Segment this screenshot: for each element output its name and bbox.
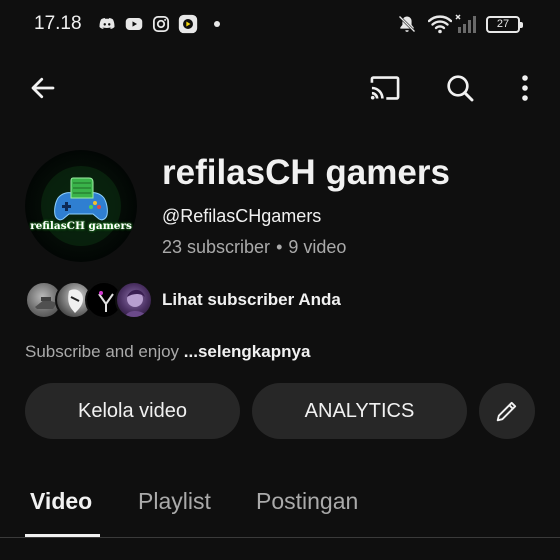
description-more-link[interactable]: ...selengkapnya bbox=[184, 342, 311, 361]
status-bar: 17.18 27 bbox=[0, 0, 560, 50]
tab-postingan[interactable]: Postingan bbox=[256, 488, 358, 515]
wifi-icon bbox=[428, 15, 452, 34]
gamepad-fist-logo-icon bbox=[41, 166, 121, 246]
channel-description[interactable]: Subscribe and enjoy ...selengkapnya bbox=[25, 342, 310, 362]
back-arrow-icon[interactable] bbox=[23, 68, 63, 108]
cast-icon[interactable] bbox=[365, 68, 405, 108]
capcut-icon bbox=[178, 14, 198, 34]
avatar-logo-text: refilasCH gamers bbox=[30, 220, 132, 232]
manage-videos-label: Kelola video bbox=[78, 399, 187, 422]
subscriber-avatar bbox=[115, 281, 153, 319]
subscriber-count: 23 subscriber bbox=[162, 237, 271, 257]
more-vert-icon[interactable] bbox=[505, 68, 545, 108]
instagram-icon bbox=[152, 15, 170, 33]
channel-avatar[interactable]: refilasCH gamers bbox=[25, 150, 137, 262]
manage-videos-button[interactable]: Kelola video bbox=[25, 383, 240, 439]
tabs-divider bbox=[0, 537, 560, 538]
signal-icon bbox=[455, 14, 476, 33]
description-text: Subscribe and enjoy bbox=[25, 342, 184, 361]
channel-name: refilasCH gamers bbox=[162, 153, 450, 192]
channel-handle: @RefilasCHgamers bbox=[162, 206, 322, 226]
status-time: 17.18 bbox=[34, 13, 82, 34]
edit-channel-button[interactable] bbox=[479, 383, 535, 439]
video-count: 9 video bbox=[288, 237, 347, 257]
tab-playlist[interactable]: Playlist bbox=[138, 488, 211, 515]
pencil-icon bbox=[496, 401, 517, 422]
channel-stats: 23 subscriber • 9 video bbox=[162, 237, 346, 258]
subscriber-avatars[interactable] bbox=[25, 281, 155, 319]
search-icon[interactable] bbox=[440, 68, 480, 108]
see-subscribers-link[interactable]: Lihat subscriber Anda bbox=[162, 290, 341, 310]
analytics-button[interactable]: ANALYTICS bbox=[252, 383, 467, 439]
stats-separator: • bbox=[276, 237, 283, 257]
tab-video[interactable]: Video bbox=[30, 488, 92, 515]
notification-dot-icon bbox=[214, 21, 220, 27]
mute-icon bbox=[398, 15, 416, 33]
battery-icon: 27 bbox=[486, 16, 523, 33]
analytics-label: ANALYTICS bbox=[304, 399, 415, 422]
youtube-icon bbox=[125, 18, 143, 30]
discord-icon bbox=[99, 18, 115, 29]
